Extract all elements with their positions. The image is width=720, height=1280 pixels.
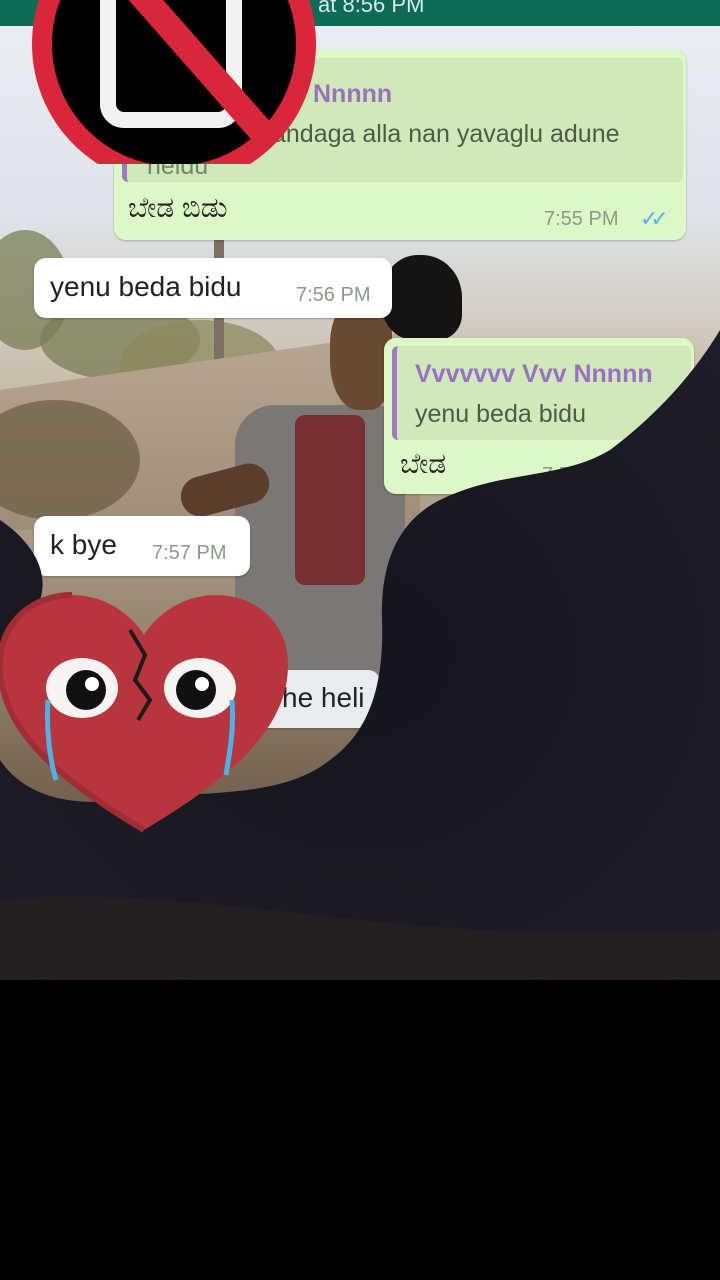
- person-collar: [295, 415, 365, 585]
- message-text: k bye: [50, 529, 117, 560]
- message-text: ಬೇಡ: [400, 448, 447, 479]
- outgoing-message-bubble[interactable]: Vvvvvvv Vvv Nnnnn yenu beda bidu ಬೇಡ 7:5…: [384, 338, 694, 494]
- read-receipt-icon: ✓✓: [640, 206, 669, 231]
- incoming-message-bubble[interactable]: k bye 7:57 PM: [34, 516, 250, 576]
- quoted-text: andaga alla nan yavaglu adune: [272, 120, 620, 148]
- message-time: 7:57 PM: [152, 542, 227, 564]
- quoted-text: yenu beda bidu: [415, 400, 586, 428]
- message-text: he heli: [282, 682, 365, 713]
- quoted-sender: Vvvvvvv Vvv Nnnnn: [415, 360, 653, 388]
- message-text: ಬೇಡ ಬಿಡು: [128, 192, 228, 223]
- crying-broken-heart-icon: [0, 592, 288, 833]
- message-time: 7:55 PM: [544, 208, 619, 230]
- message-text: yenu beda bidu: [50, 271, 242, 302]
- incoming-message-bubble[interactable]: yenu beda bidu 7:56 PM: [34, 258, 392, 318]
- chat-screenshot-background: at 8:56 PM Nnnnn andaga alla nan yavaglu…: [0, 0, 720, 980]
- message-time: 7:56 PM: [296, 284, 371, 306]
- quoted-reply[interactable]: Vvvvvvv Vvv Nnnnn yenu beda bidu: [392, 346, 691, 440]
- header-text: at 8:56 PM: [318, 0, 425, 17]
- message-time: 7:56 PM: [542, 464, 617, 486]
- person-hair: [382, 255, 462, 340]
- no-phone-sticker-icon: [32, 0, 316, 164]
- quoted-sender: Nnnnn: [313, 80, 393, 108]
